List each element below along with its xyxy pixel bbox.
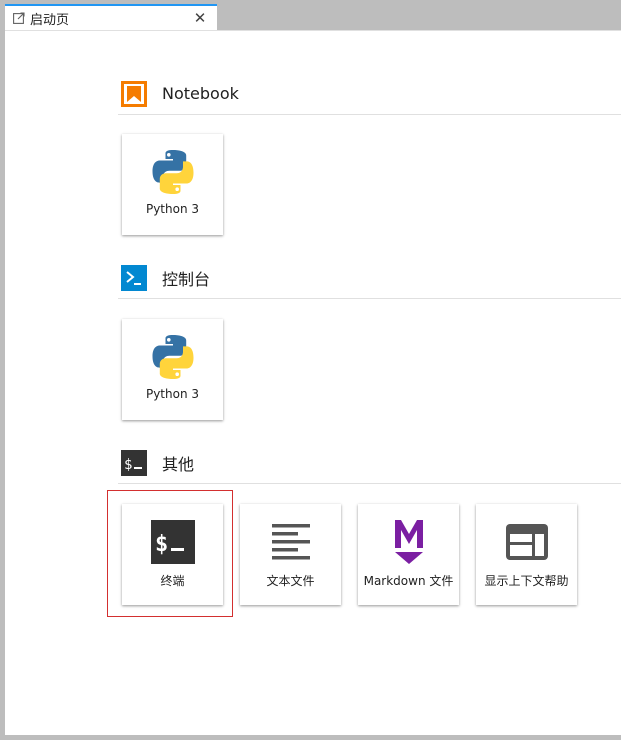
section-header-other: $ 其他 (118, 442, 621, 484)
launcher-card-python3-notebook[interactable]: Python 3 (122, 134, 223, 235)
card-label: Python 3 (145, 387, 200, 401)
terminal-icon: $ (121, 449, 147, 476)
window-bottom-edge (0, 735, 621, 740)
markdown-icon (358, 514, 459, 570)
launcher-panel: Notebook Python 3 控制台 Python 3 $ 其他 $ 终端… (5, 30, 621, 735)
close-icon[interactable]: ✕ (189, 7, 211, 29)
tab-launcher[interactable]: 启动页 ✕ (5, 4, 217, 30)
section-header-console: 控制台 (118, 257, 621, 299)
tab-bar: 启动页 ✕ (0, 0, 621, 30)
notebook-icon (121, 80, 147, 107)
console-icon (121, 264, 147, 291)
card-label: 终端 (160, 574, 185, 588)
context-help-icon (476, 514, 577, 570)
card-label: Python 3 (145, 202, 200, 216)
launcher-icon (13, 12, 25, 24)
text-file-icon (240, 514, 341, 570)
launcher-card-python3-console[interactable]: Python 3 (122, 319, 223, 420)
tab-title: 启动页 (30, 12, 70, 28)
launcher-card-text-file[interactable]: 文本文件 (240, 504, 341, 605)
python-icon (122, 144, 223, 200)
python-icon (122, 329, 223, 385)
svg-text:$: $ (155, 532, 168, 557)
section-title: Notebook (162, 84, 239, 103)
section-title: 控制台 (162, 269, 211, 289)
section-header-notebook: Notebook (118, 73, 621, 115)
card-label: 文本文件 (266, 574, 315, 588)
launcher-card-markdown[interactable]: Markdown 文件 (358, 504, 459, 605)
section-title: 其他 (162, 454, 195, 474)
launcher-card-terminal[interactable]: $ 终端 (122, 504, 223, 605)
terminal-icon: $ (122, 514, 223, 570)
launcher-card-context-help[interactable]: 显示上下文帮助 (476, 504, 577, 605)
card-label: Markdown 文件 (363, 574, 454, 588)
card-label: 显示上下文帮助 (484, 574, 569, 588)
svg-text:$: $ (124, 457, 132, 473)
